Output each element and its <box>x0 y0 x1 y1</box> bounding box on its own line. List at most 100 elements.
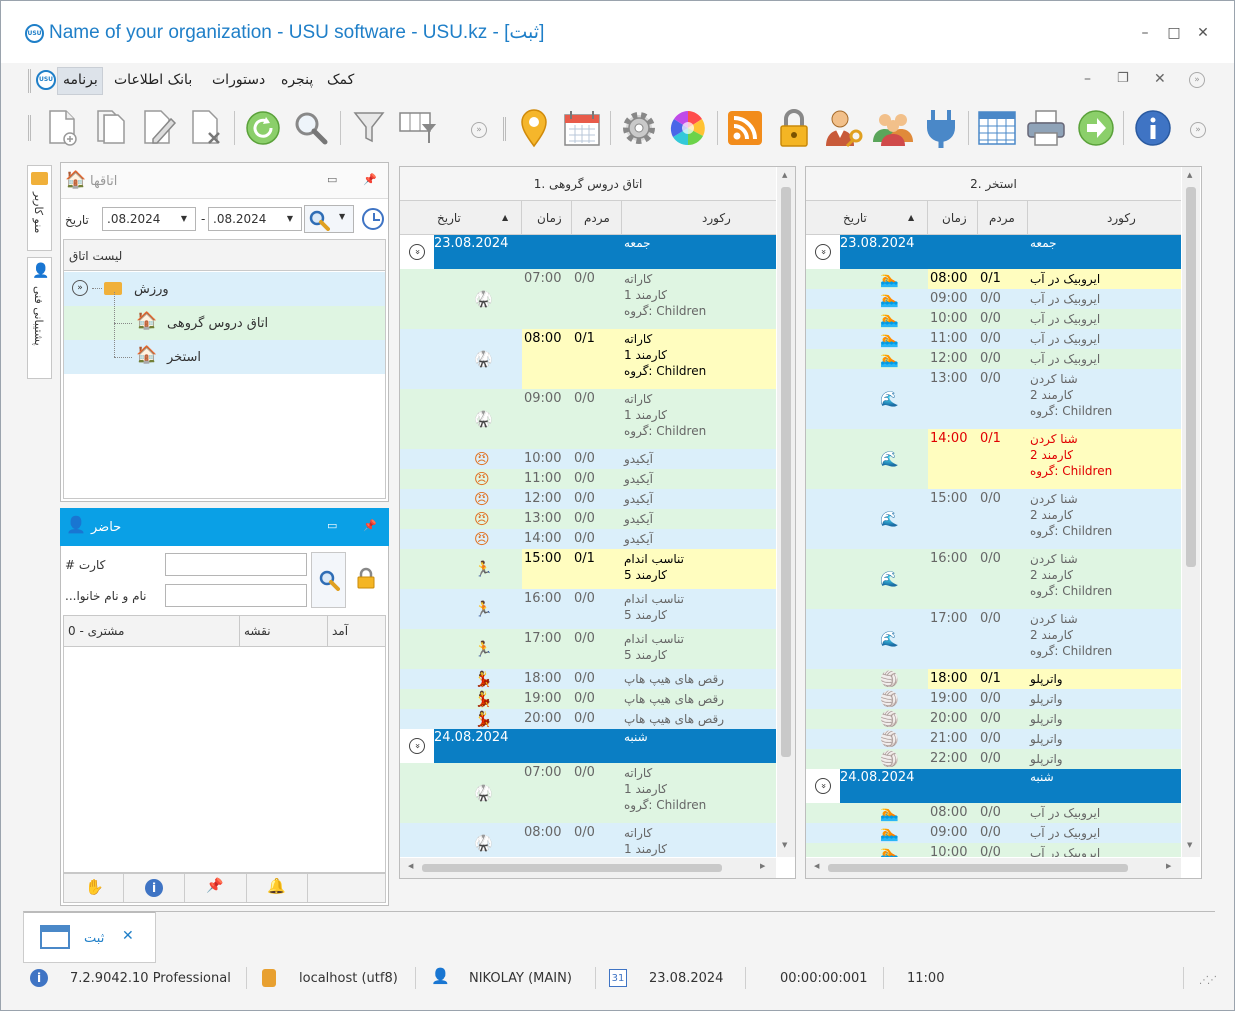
col-client[interactable]: مشتری - 0 <box>68 624 124 638</box>
schedule-row[interactable]: 😠 14:00 0/0 آیکیدو <box>400 529 776 549</box>
location-icon[interactable] <box>513 107 555 149</box>
menu-overflow-icon[interactable]: » <box>1189 72 1205 88</box>
schedule-row[interactable]: 🏊 10:00 0/0 ایروبیک در آب <box>806 309 1181 329</box>
card-input[interactable] <box>165 553 307 576</box>
minimize-icon[interactable]: – <box>1135 23 1155 43</box>
schedule-row[interactable]: 🥋 08:00 0/1 کاراته کارمند 1 گروه: Children <box>400 329 776 389</box>
panel-maximize-icon[interactable]: ▭ <box>327 173 337 186</box>
col-record[interactable]: رکورد <box>702 211 731 225</box>
panel-pin-icon[interactable]: 📌 <box>363 519 377 532</box>
printer-icon[interactable] <box>1025 107 1067 149</box>
collapse-icon[interactable]: » <box>409 738 425 754</box>
pin-icon[interactable]: 📌 <box>206 878 223 894</box>
close-icon[interactable]: ✕ <box>1193 23 1213 43</box>
column-settings-icon[interactable] <box>397 107 439 149</box>
panel-maximize-icon[interactable]: ▭ <box>327 519 337 532</box>
chevron-down-icon[interactable]: ▼ <box>287 208 293 230</box>
schedule-row[interactable]: 🏐 19:00 0/0 واترپلو <box>806 689 1181 709</box>
tab-register[interactable]: ثبت ✕ <box>23 911 156 963</box>
table-icon[interactable] <box>976 107 1018 149</box>
schedule-row[interactable]: 💃 20:00 0/0 رقص های هیپ هاپ <box>400 709 776 729</box>
schedule-row[interactable]: 🏃 15:00 0/1 تناسب اندام کارمند 5 <box>400 549 776 589</box>
tab-close-icon[interactable]: ✕ <box>122 928 134 944</box>
day-group-row[interactable]: » 23.08.2024 جمعه <box>400 235 776 269</box>
col-arrived[interactable]: آمد <box>332 624 348 638</box>
col-people[interactable]: مردم <box>989 211 1015 225</box>
schedule-row[interactable]: 😠 12:00 0/0 آیکیدو <box>400 489 776 509</box>
col-time[interactable]: زمان <box>942 211 967 225</box>
clock-icon[interactable] <box>362 208 384 230</box>
schedule-row[interactable]: 🏐 20:00 0/0 واترپلو <box>806 709 1181 729</box>
plugin-icon[interactable] <box>920 107 962 149</box>
sort-asc-icon[interactable]: ▲ <box>502 213 508 222</box>
schedule-row[interactable]: 🏐 21:00 0/0 واترپلو <box>806 729 1181 749</box>
collapse-icon[interactable]: » <box>72 280 88 296</box>
scroll-thumb[interactable] <box>1186 187 1196 567</box>
panel-pin-icon[interactable]: 📌 <box>363 173 377 186</box>
col-time[interactable]: زمان <box>537 211 562 225</box>
schedule-row[interactable]: 😠 13:00 0/0 آیکیدو <box>400 509 776 529</box>
horizontal-scrollbar[interactable]: ◀ ▶ <box>400 858 776 878</box>
rss-icon[interactable] <box>724 107 766 149</box>
chevron-down-icon[interactable]: ▼ <box>339 212 345 221</box>
schedule-row[interactable]: 🌊 17:00 0/0 شنا کردن کارمند 2 گروه: Children <box>806 609 1181 669</box>
schedule-row[interactable]: 🏊 09:00 0/0 ایروبیک در آب <box>806 289 1181 309</box>
schedule-row[interactable]: 🏊 09:00 0/0 ایروبیک در آب <box>806 823 1181 843</box>
collapse-icon[interactable]: » <box>815 244 831 260</box>
user-key-icon[interactable] <box>823 107 865 149</box>
filter-icon[interactable] <box>348 107 390 149</box>
tree-row-pool[interactable]: 🏠 استخر <box>64 323 385 374</box>
toolbar-overflow-icon[interactable]: » <box>471 122 487 138</box>
vertical-scrollbar[interactable]: ▲ ▼ <box>1182 167 1200 857</box>
scroll-thumb[interactable] <box>781 187 791 757</box>
users-icon[interactable] <box>872 107 914 149</box>
name-input[interactable] <box>165 584 307 607</box>
schedule-row[interactable]: 🏊 11:00 0/0 ایروبیک در آب <box>806 329 1181 349</box>
day-group-row[interactable]: » 23.08.2024 جمعه <box>806 235 1181 269</box>
col-date[interactable]: تاریخ <box>843 211 867 225</box>
schedule-row[interactable]: 💃 19:00 0/0 رقص های هیپ هاپ <box>400 689 776 709</box>
gear-icon[interactable] <box>618 107 660 149</box>
mdi-restore-icon[interactable]: ❐ <box>1117 71 1129 86</box>
date-from-field[interactable]: .08.2024 ▼ <box>102 207 196 231</box>
schedule-row[interactable]: 🏃 16:00 0/0 تناسب اندام کارمند 5 <box>400 589 776 629</box>
schedule-row[interactable]: 🥋 08:00 0/0 کاراته کارمند 1 <box>400 823 776 857</box>
schedule-row[interactable]: 🌊 14:00 0/1 شنا کردن کارمند 2 گروه: Children <box>806 429 1181 489</box>
tree-row-sport[interactable]: » ورزش <box>64 272 385 306</box>
scroll-thumb[interactable] <box>422 864 722 872</box>
schedule-row[interactable]: 🌊 16:00 0/0 شنا کردن کارمند 2 گروه: Children <box>806 549 1181 609</box>
maximize-icon[interactable]: □ <box>1164 23 1184 43</box>
hand-icon[interactable]: ✋ <box>85 878 104 896</box>
schedule-row[interactable]: 🌊 15:00 0/0 شنا کردن کارمند 2 گروه: Children <box>806 489 1181 549</box>
col-record[interactable]: رکورد <box>1107 211 1136 225</box>
chevron-down-icon[interactable]: ▼ <box>181 208 187 230</box>
schedule-row[interactable]: 😠 10:00 0/0 آیکیدو <box>400 449 776 469</box>
collapse-icon[interactable]: » <box>409 244 425 260</box>
calendar-icon[interactable] <box>561 107 603 149</box>
copy-icon[interactable] <box>90 107 132 149</box>
menu-item-help[interactable]: کمک <box>327 72 354 88</box>
menu-item-database[interactable]: بانک اطلاعات <box>114 72 192 88</box>
schedule-row[interactable]: 🥋 07:00 0/0 کاراته کارمند 1 گروه: Children <box>400 269 776 329</box>
schedule-row[interactable]: 🥋 09:00 0/0 کاراته کارمند 1 گروه: Children <box>400 389 776 449</box>
color-wheel-icon[interactable] <box>667 107 709 149</box>
collapse-icon[interactable]: » <box>815 778 831 794</box>
date-search-button[interactable]: ▼ <box>304 205 354 233</box>
menu-item-commands[interactable]: دستورات <box>212 72 265 88</box>
schedule-row[interactable]: 💃 18:00 0/0 رقص های هیپ هاپ <box>400 669 776 689</box>
next-arrow-icon[interactable] <box>1075 107 1117 149</box>
mdi-close-icon[interactable]: ✕ <box>1154 71 1166 87</box>
col-people[interactable]: مردم <box>584 211 610 225</box>
side-tab-user-menu[interactable]: منو کاربر <box>27 165 52 251</box>
info-icon[interactable]: i <box>30 969 48 987</box>
info-icon[interactable] <box>1132 107 1174 149</box>
lock-icon[interactable] <box>357 567 375 589</box>
schedule-row[interactable]: 🥋 07:00 0/0 کاراته کارمند 1 گروه: Children <box>400 763 776 823</box>
refresh-icon[interactable] <box>242 107 284 149</box>
toolbar-overflow-icon[interactable]: » <box>1190 122 1206 138</box>
col-map[interactable]: نقشه <box>244 624 271 638</box>
mdi-minimize-icon[interactable]: – <box>1084 71 1091 87</box>
schedule-row[interactable]: 🏊 10:00 0/0 ایروبیک در آب <box>806 843 1181 857</box>
sort-asc-icon[interactable]: ▲ <box>908 213 914 222</box>
add-icon[interactable] <box>42 107 84 149</box>
